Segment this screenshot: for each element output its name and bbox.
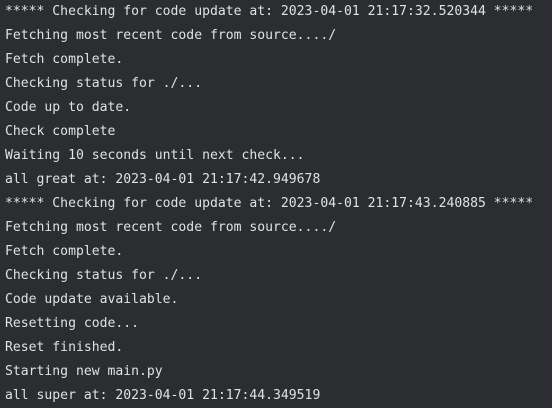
- terminal-line: Code up to date.: [5, 100, 132, 115]
- terminal-line: Fetch complete.: [5, 52, 124, 67]
- terminal-line: Waiting 10 seconds until next check...: [5, 148, 305, 163]
- terminal-line: Starting new main.py: [5, 364, 163, 379]
- terminal-line: ***** Checking for code update at: 2023-…: [5, 196, 534, 211]
- terminal-line: all super at: 2023-04-01 21:17:44.349519: [5, 388, 321, 403]
- terminal-line: Reset finished.: [5, 340, 124, 355]
- terminal-line: Checking status for ./...: [5, 268, 203, 283]
- terminal-line: ***** Checking for code update at: 2023-…: [5, 4, 534, 19]
- terminal-line: Fetch complete.: [5, 244, 124, 259]
- terminal-line: Fetching most recent code from source...…: [5, 220, 337, 235]
- terminal-line: Check complete: [5, 124, 116, 139]
- terminal-panel[interactable]: ***** Checking for code update at: 2023-…: [0, 0, 552, 404]
- terminal-line: Fetching most recent code from source...…: [5, 28, 337, 43]
- terminal-line: all great at: 2023-04-01 21:17:42.949678: [5, 172, 321, 187]
- terminal-line: Resetting code...: [5, 316, 140, 331]
- terminal-line: Checking status for ./...: [5, 76, 203, 91]
- terminal-output: ***** Checking for code update at: 2023-…: [5, 0, 552, 408]
- terminal-line: Code update available.: [5, 292, 179, 307]
